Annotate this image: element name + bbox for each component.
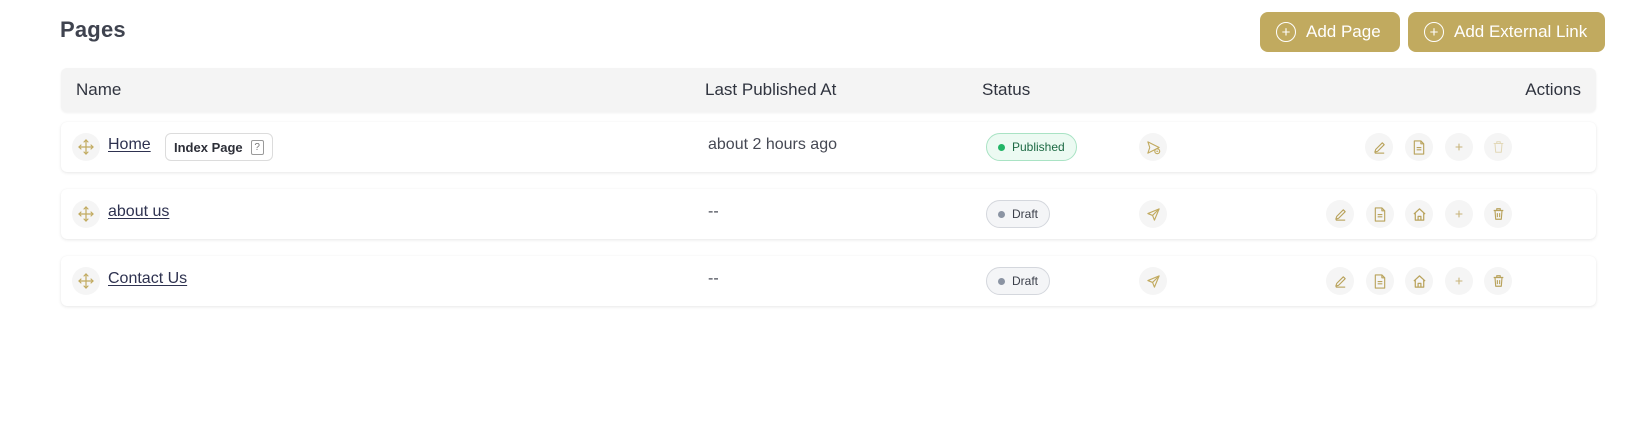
trash-icon [1493,141,1503,153]
status-dot [998,277,1005,285]
publish-button[interactable] [1139,267,1167,295]
document-icon [1413,139,1425,155]
document-icon [1374,206,1386,222]
drag-move-icon[interactable] [72,267,100,295]
page-name-link[interactable]: Contact Us [108,270,187,288]
drag-move-icon[interactable] [72,133,100,161]
trash-icon [1493,275,1503,287]
plus-icon [1455,210,1463,218]
header-actions: Actions [1525,80,1581,99]
index-page-badge: Index Page ? [165,133,273,161]
header-name: Name [76,80,122,99]
add-subpage-button[interactable] [1445,200,1473,228]
add-external-link-button[interactable]: + Add External Link [1408,12,1605,52]
plus-circle-icon: + [1276,22,1296,42]
table-header: Name Last Published At Status Actions [61,68,1596,112]
page-name-link[interactable]: about us [108,203,169,221]
status-label: Draft [1012,207,1039,221]
status-badge: Published [986,133,1077,161]
document-button[interactable] [1405,133,1433,161]
document-button[interactable] [1366,267,1394,295]
plus-icon [1455,277,1463,285]
home-icon [1412,207,1426,221]
home-icon [1412,274,1426,288]
plus-circle-icon: + [1424,22,1444,42]
page-name-link[interactable]: Home [108,136,151,154]
add-page-button[interactable]: + Add Page [1260,12,1400,52]
add-page-label: Add Page [1306,22,1381,41]
plus-icon [1455,143,1463,151]
add-subpage-button[interactable] [1445,267,1473,295]
header-last-published: Last Published At [705,80,837,99]
status-label: Draft [1012,274,1039,288]
trash-icon [1493,208,1503,220]
status-dot [998,210,1005,218]
delete-button[interactable] [1484,267,1512,295]
edit-button[interactable] [1326,267,1354,295]
table-row: about us -- Draft [61,189,1596,239]
send-icon [1146,140,1160,154]
set-index-page-button[interactable] [1405,200,1433,228]
set-index-page-button[interactable] [1405,267,1433,295]
add-external-link-label: Add External Link [1454,22,1588,41]
status-badge: Draft [986,267,1051,295]
document-icon [1374,273,1386,289]
edit-button[interactable] [1365,133,1393,161]
document-button[interactable] [1366,200,1394,228]
last-published-at: -- [708,270,719,287]
pencil-icon [1373,141,1385,154]
send-icon [1146,274,1160,288]
header-status: Status [982,80,1031,99]
edit-button[interactable] [1326,200,1354,228]
help-icon[interactable]: ? [250,139,264,155]
publish-button[interactable] [1139,200,1167,228]
status-dot [998,143,1005,151]
pencil-icon [1334,275,1346,288]
status-label: Published [1012,140,1065,154]
delete-button[interactable] [1484,200,1512,228]
status-badge: Draft [986,200,1051,228]
page-title: Pages [60,17,126,42]
add-subpage-button[interactable] [1445,133,1473,161]
last-published-at: about 2 hours ago [708,136,837,153]
index-page-label: Index Page [174,139,243,155]
pencil-icon [1334,208,1346,221]
unpublish-button[interactable] [1139,133,1167,161]
send-icon [1146,207,1160,221]
table-row: Contact Us -- Draft [61,256,1596,306]
delete-button[interactable] [1484,133,1512,161]
table-row: Home Index Page ? about 2 hours ago Publ… [61,122,1596,172]
last-published-at: -- [708,203,719,220]
drag-move-icon[interactable] [72,200,100,228]
